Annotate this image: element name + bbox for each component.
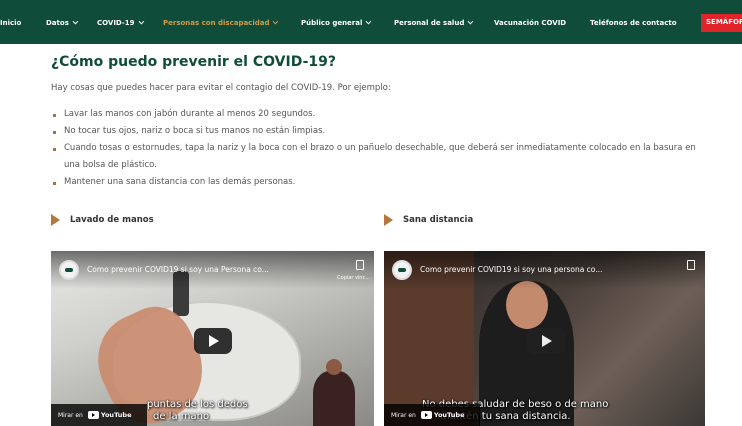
video-title[interactable]: Como prevenir COVID19 si soy una Persona… <box>87 265 269 274</box>
watch-on-youtube-button[interactable]: Mirar en YouTube <box>51 404 147 426</box>
semaforo-button[interactable]: SEMÁFORO <box>701 14 742 32</box>
chevron-down-icon <box>138 18 144 25</box>
nav-item-label: Personas con discapacidad <box>163 19 270 27</box>
chevron-down-icon <box>467 18 474 25</box>
list-item-text: No tocar tus ojos, nariz o boca si tus m… <box>64 126 326 136</box>
nav-item-personas-con-discapacidad[interactable]: Personas con discapacidad <box>163 18 279 27</box>
video-title[interactable]: Como prevenir COVID19 si soy una persona… <box>420 265 602 274</box>
caption-line: puntas de los dedos <box>147 399 248 410</box>
list-item: No tocar tus ojos, nariz o boca si tus m… <box>51 123 711 140</box>
nav-item-label: Personal de salud <box>394 19 465 27</box>
section-heading-label: Lavado de manos <box>70 215 154 225</box>
top-navigation-bar: Inicio Datos COVID-19 Personas con disca… <box>0 0 742 44</box>
nav-item-datos[interactable]: Datos <box>46 18 79 27</box>
chevron-down-icon <box>72 18 79 25</box>
bullet-icon <box>53 114 56 117</box>
list-item: Cuando tosas o estornudes, tapa la nariz… <box>51 140 711 174</box>
nav-item-inicio[interactable]: Inicio <box>0 19 21 27</box>
list-item-text: Cuando tosas o estornudes, tapa la nariz… <box>64 143 696 170</box>
section-heading-lavado-de-manos: Lavado de manos <box>51 214 154 226</box>
list-item: Mantener una sana distancia con las demá… <box>51 174 711 191</box>
bullet-icon <box>53 148 56 151</box>
intro-text: Hay cosas que puedes hacer para evitar e… <box>51 83 391 93</box>
nav-item-label: COVID-19 <box>97 19 135 27</box>
bullet-icon <box>53 131 56 134</box>
video-caption: puntas de los dedos de la mano <box>147 399 248 423</box>
bullet-icon <box>53 182 56 185</box>
copy-link-icon[interactable] <box>687 260 695 270</box>
channel-avatar[interactable] <box>392 260 412 280</box>
list-item-text: Lavar las manos con jabón durante al men… <box>64 109 316 119</box>
list-item-text: Mantener una sana distancia con las demá… <box>64 177 296 187</box>
nav-item-publico-general[interactable]: Público general <box>301 18 372 27</box>
play-arrow-icon <box>51 214 60 226</box>
caption-line: de la mano <box>153 411 210 422</box>
page-title: ¿Cómo puedo prevenir el COVID-19? <box>51 54 336 70</box>
youtube-wordmark: YouTube <box>100 411 132 419</box>
play-arrow-icon <box>384 214 393 226</box>
chevron-down-icon <box>365 18 372 25</box>
youtube-wordmark: YouTube <box>433 411 465 419</box>
nav-item-label: Inicio <box>0 19 22 27</box>
video-player-sana-distancia[interactable]: Como prevenir COVID19 si soy una persona… <box>384 251 705 426</box>
sign-language-interpreter <box>313 359 355 426</box>
nav-item-label: Vacunación COVID <box>494 19 567 27</box>
youtube-logo-icon <box>87 411 99 419</box>
nav-item-covid19[interactable]: COVID-19 <box>97 18 144 27</box>
nav-item-telefonos-de-contacto[interactable]: Teléfonos de contacto <box>590 19 677 27</box>
list-item: Lavar las manos con jabón durante al men… <box>51 106 711 123</box>
prevention-tips-list: Lavar las manos con jabón durante al men… <box>51 106 711 191</box>
video-player-lavado-de-manos[interactable]: Como prevenir COVID19 si soy una Persona… <box>51 251 374 426</box>
watch-on-label: Mirar en <box>58 411 83 419</box>
play-button[interactable] <box>527 328 565 354</box>
copy-link-icon[interactable] <box>356 260 364 270</box>
copy-link-label[interactable]: Copiar vínc... <box>337 275 370 281</box>
nav-item-label: Datos <box>46 19 69 27</box>
chevron-down-icon <box>273 18 279 25</box>
watch-on-youtube-button[interactable]: Mirar en YouTube <box>384 404 480 426</box>
play-button[interactable] <box>194 328 232 354</box>
nav-item-label: Teléfonos de contacto <box>590 19 677 27</box>
nav-item-label: Público general <box>301 19 363 27</box>
nav-item-vacunacion-covid[interactable]: Vacunación COVID <box>494 19 566 27</box>
section-heading-label: Sana distancia <box>403 215 474 225</box>
section-heading-sana-distancia: Sana distancia <box>384 214 473 226</box>
nav-item-personal-de-salud[interactable]: Personal de salud <box>394 18 474 27</box>
channel-avatar[interactable] <box>59 260 79 280</box>
watch-on-label: Mirar en <box>391 411 416 419</box>
youtube-logo-icon <box>420 411 432 419</box>
